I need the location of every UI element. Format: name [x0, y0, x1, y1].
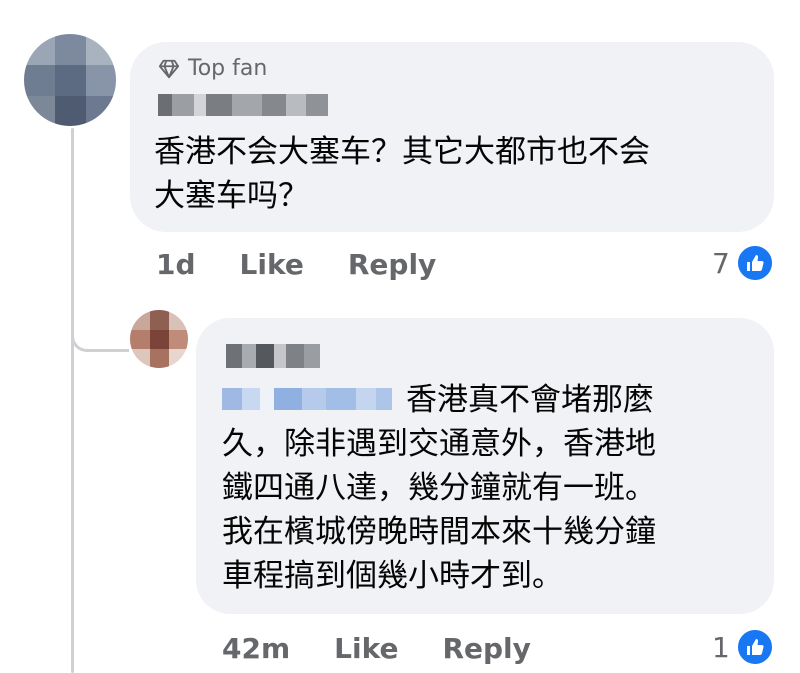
- top-fan-label: Top fan: [188, 56, 268, 81]
- reply-reply-button[interactable]: Reply: [442, 632, 530, 665]
- reply-text-first-line: 香港真不會堵那麼: [406, 382, 654, 418]
- reaction-summary[interactable]: 7: [712, 244, 774, 282]
- thread-line: [71, 128, 74, 673]
- diamond-icon: [158, 59, 180, 78]
- reply-like-button[interactable]: Like: [334, 632, 398, 665]
- mention-link[interactable]: [222, 388, 392, 410]
- reaction-count: 7: [712, 246, 730, 280]
- reply-author-name[interactable]: [226, 344, 320, 368]
- comment-actions: 1d Like Reply: [156, 248, 480, 281]
- reply-actions: 42m Like Reply: [222, 632, 575, 665]
- comment-time[interactable]: 1d: [156, 248, 196, 281]
- reply-time[interactable]: 42m: [222, 632, 290, 665]
- reply-connector: [71, 328, 129, 352]
- reply-bubble: 香港真不會堵那麼 久，除非遇到交通意外，香港地 鐵四通八達，幾分鐘就有一班。 我…: [196, 318, 774, 614]
- reply-button[interactable]: Reply: [348, 248, 436, 281]
- avatar[interactable]: [24, 34, 116, 126]
- reply-reaction-summary[interactable]: 1: [712, 628, 774, 666]
- thumbs-up-icon: [735, 244, 774, 282]
- like-button[interactable]: Like: [240, 248, 304, 281]
- reply-avatar[interactable]: [130, 310, 188, 368]
- reply-reaction-count: 1: [712, 630, 730, 664]
- thumbs-up-icon: [735, 628, 774, 666]
- comment-author-name[interactable]: [158, 94, 328, 116]
- top-fan-badge: Top fan: [158, 56, 267, 81]
- comment-text: 香港不会大塞车？其它大都市也不会 大塞车吗？: [154, 134, 650, 214]
- comment-bubble: Top fan 香港不会大塞车？其它大都市也不会 大塞车吗？: [130, 42, 774, 232]
- reply-text: 久，除非遇到交通意外，香港地 鐵四通八達，幾分鐘就有一班。 我在檳城傍晚時間本來…: [222, 426, 656, 594]
